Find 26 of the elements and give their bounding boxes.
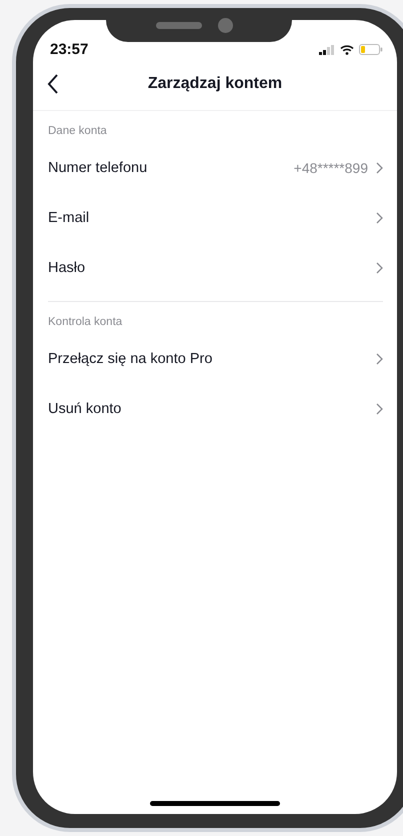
battery-icon [359,44,383,55]
wifi-icon [340,44,354,54]
settings-row[interactable]: E-mail [33,193,397,243]
row-label: Usuń konto [48,401,122,417]
settings-row[interactable]: Przełącz się na konto Pro [33,334,397,384]
section-title: Kontrola konta [47,315,124,330]
row-label: Przełącz się na konto Pro [48,351,214,367]
row-label: Numer telefonu [48,160,148,176]
chevron-right-icon [376,212,383,224]
row-label: E-mail [48,210,90,226]
speaker-icon [156,22,202,29]
settings-row[interactable]: Hasło [33,243,397,293]
page-title: Zarządzaj kontem [148,75,282,93]
camera-icon [218,18,233,33]
row-label: Hasło [48,260,86,276]
back-icon[interactable] [47,74,59,94]
chevron-right-icon [376,262,383,274]
chevron-right-icon [376,353,383,365]
settings-row[interactable]: Numer telefonu +48*****899 [33,143,397,193]
chevron-right-icon [376,403,383,415]
chevron-right-icon [376,162,383,174]
settings-row[interactable]: Usuń konto [33,384,397,434]
row-value: +48*****899 [294,160,368,176]
section-title: Dane konta [47,124,108,139]
status-time: 23:57 [50,41,88,58]
signal-icon [319,44,335,54]
